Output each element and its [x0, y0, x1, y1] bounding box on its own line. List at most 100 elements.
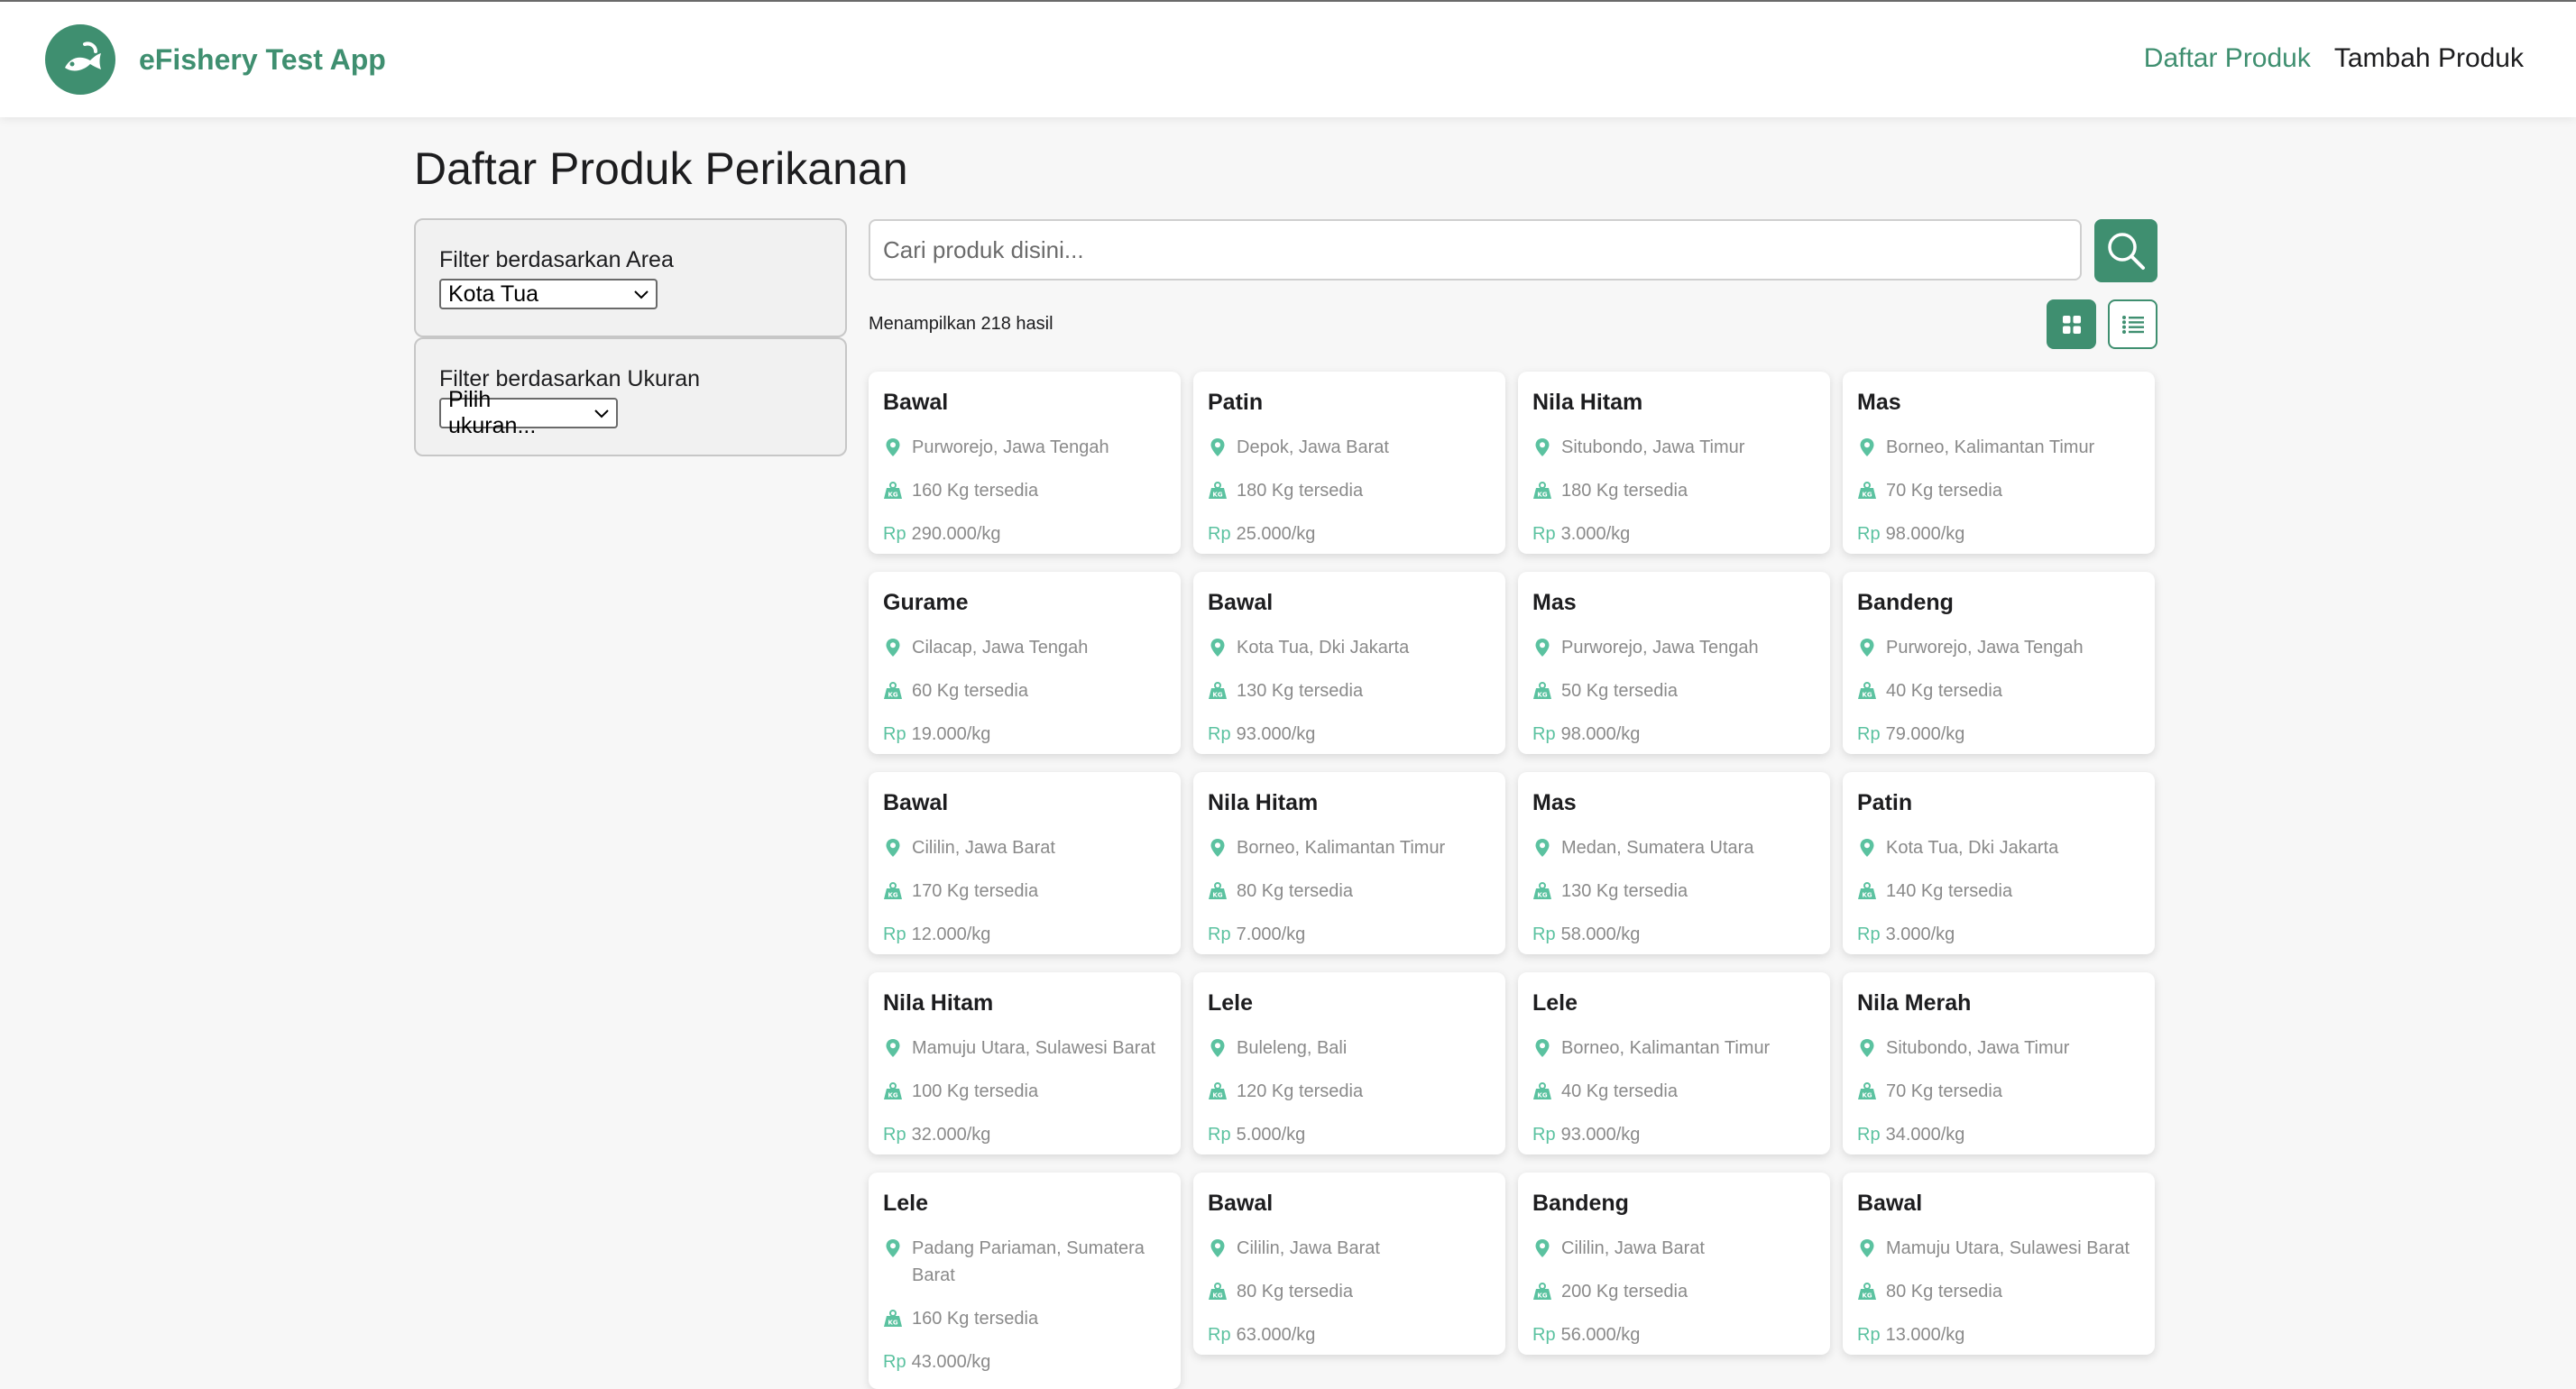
- weight-icon: KG: [1208, 1078, 1228, 1105]
- product-stock-row: KG 80 Kg tersedia: [1208, 1278, 1491, 1305]
- product-card[interactable]: Lele Buleleng, Bali KG 120 Kg tersedia R…: [1193, 972, 1505, 1154]
- product-location: Cilacap, Jawa Tengah: [912, 638, 1089, 658]
- product-name: Patin: [1857, 790, 1913, 815]
- product-card[interactable]: Nila Merah Situbondo, Jawa Timur KG 70 K…: [1843, 972, 2155, 1154]
- product-location: Padang Pariaman, Sumatera Barat: [912, 1238, 1145, 1285]
- product-name: Lele: [1208, 990, 1254, 1016]
- product-location: Cililin, Jawa Barat: [1561, 1238, 1705, 1258]
- product-location-row: Borneo, Kalimantan Timur: [1532, 1035, 1816, 1062]
- weight-icon: KG: [1532, 1078, 1552, 1105]
- product-card[interactable]: Nila Hitam Borneo, Kalimantan Timur KG 8…: [1193, 772, 1505, 954]
- product-price: 12.000/kg: [911, 924, 991, 944]
- product-price: 290.000/kg: [911, 524, 1001, 544]
- brand[interactable]: eFishery Test App: [45, 24, 386, 95]
- filter-area-select[interactable]: Kota Tua: [439, 279, 658, 309]
- product-grid: Bawal Purworejo, Jawa Tengah KG 160 Kg t…: [869, 372, 2158, 1389]
- product-stock: 100 Kg tersedia: [912, 1081, 1039, 1101]
- product-stock-row: KG 160 Kg tersedia: [883, 1305, 1166, 1332]
- product-price-row: Rp 290.000/kg: [883, 520, 1166, 547]
- product-card[interactable]: Bawal Kota Tua, Dki Jakarta KG 130 Kg te…: [1193, 572, 1505, 754]
- nav-link-daftar-produk[interactable]: Daftar Produk: [2144, 43, 2311, 74]
- product-location-row: Borneo, Kalimantan Timur: [1208, 834, 1491, 861]
- product-card[interactable]: Patin Kota Tua, Dki Jakarta KG 140 Kg te…: [1843, 772, 2155, 954]
- search-input[interactable]: [869, 219, 2082, 281]
- product-stock: 80 Kg tersedia: [1237, 1282, 1353, 1302]
- product-name: Mas: [1532, 590, 1577, 615]
- product-price-row: Rp 5.000/kg: [1208, 1121, 1491, 1148]
- product-stock: 70 Kg tersedia: [1886, 1081, 2002, 1101]
- product-name: Gurame: [883, 590, 969, 615]
- product-card[interactable]: Nila Hitam Mamuju Utara, Sulawesi Barat …: [869, 972, 1181, 1154]
- product-location: Borneo, Kalimantan Timur: [1886, 437, 2095, 457]
- product-name: Mas: [1857, 390, 1901, 415]
- product-card[interactable]: Gurame Cilacap, Jawa Tengah KG 60 Kg ter…: [869, 572, 1181, 754]
- product-stock-row: KG 70 Kg tersedia: [1857, 1078, 2140, 1105]
- product-location: Situbondo, Jawa Timur: [1886, 1038, 2070, 1058]
- location-pin-icon: [883, 634, 903, 661]
- product-card[interactable]: Bawal Cililin, Jawa Barat KG 80 Kg terse…: [1193, 1173, 1505, 1355]
- svg-text:KG: KG: [888, 892, 897, 899]
- product-card[interactable]: Bawal Purworejo, Jawa Tengah KG 160 Kg t…: [869, 372, 1181, 554]
- product-card[interactable]: Bandeng Cililin, Jawa Barat KG 200 Kg te…: [1518, 1173, 1830, 1355]
- product-price: 5.000/kg: [1236, 1125, 1306, 1145]
- product-card[interactable]: Lele Padang Pariaman, Sumatera Barat KG …: [869, 1173, 1181, 1389]
- product-stock: 130 Kg tersedia: [1561, 881, 1688, 901]
- product-location: Cililin, Jawa Barat: [912, 838, 1055, 858]
- product-price: 43.000/kg: [911, 1352, 991, 1372]
- product-location-row: Cilacap, Jawa Tengah: [883, 634, 1166, 661]
- location-pin-icon: [1532, 834, 1552, 861]
- grid-view-button[interactable]: [2047, 299, 2096, 349]
- currency-label: Rp: [1208, 1125, 1231, 1145]
- nav-link-tambah-produk[interactable]: Tambah Produk: [2334, 43, 2524, 74]
- product-location-row: Purworejo, Jawa Tengah: [883, 434, 1166, 461]
- product-card[interactable]: Bandeng Purworejo, Jawa Tengah KG 40 Kg …: [1843, 572, 2155, 754]
- weight-icon: KG: [1857, 677, 1877, 704]
- product-card[interactable]: Lele Borneo, Kalimantan Timur KG 40 Kg t…: [1518, 972, 1830, 1154]
- currency-label: Rp: [1532, 1125, 1556, 1145]
- filter-size-select[interactable]: Pilih ukuran...: [439, 387, 618, 438]
- product-card[interactable]: Bawal Cililin, Jawa Barat KG 170 Kg ters…: [869, 772, 1181, 954]
- product-location-row: Buleleng, Bali: [1208, 1035, 1491, 1062]
- location-pin-icon: [1208, 1035, 1228, 1062]
- product-card[interactable]: Patin Depok, Jawa Barat KG 180 Kg tersed…: [1193, 372, 1505, 554]
- svg-text:KG: KG: [1862, 1292, 1872, 1300]
- product-name: Nila Hitam: [1208, 790, 1319, 815]
- svg-text:KG: KG: [1212, 892, 1222, 899]
- list-view-button[interactable]: [2108, 299, 2157, 349]
- product-stock-row: KG 200 Kg tersedia: [1532, 1278, 1816, 1305]
- product-stock: 120 Kg tersedia: [1237, 1081, 1364, 1101]
- product-stock: 160 Kg tersedia: [912, 481, 1039, 501]
- location-pin-icon: [1208, 834, 1228, 861]
- product-stock: 170 Kg tersedia: [912, 881, 1039, 901]
- product-location-row: Cililin, Jawa Barat: [1532, 1235, 1816, 1262]
- product-card[interactable]: Mas Purworejo, Jawa Tengah KG 50 Kg ters…: [1518, 572, 1830, 754]
- currency-label: Rp: [1208, 524, 1231, 544]
- product-price-row: Rp 3.000/kg: [1857, 921, 2140, 948]
- location-pin-icon: [883, 1035, 903, 1062]
- svg-text:KG: KG: [888, 492, 897, 499]
- product-card[interactable]: Bawal Mamuju Utara, Sulawesi Barat KG 80…: [1843, 1173, 2155, 1355]
- currency-label: Rp: [883, 724, 906, 744]
- product-location: Kota Tua, Dki Jakarta: [1237, 638, 1410, 658]
- product-location: Cililin, Jawa Barat: [1237, 1238, 1380, 1258]
- product-price: 63.000/kg: [1236, 1325, 1316, 1345]
- svg-text:KG: KG: [1537, 492, 1547, 499]
- product-price: 58.000/kg: [1560, 924, 1641, 944]
- product-card[interactable]: Mas Medan, Sumatera Utara KG 130 Kg ters…: [1518, 772, 1830, 954]
- location-pin-icon: [1208, 434, 1228, 461]
- currency-label: Rp: [1857, 924, 1881, 944]
- product-price-row: Rp 19.000/kg: [883, 721, 1166, 748]
- currency-label: Rp: [1857, 1125, 1881, 1145]
- svg-text:KG: KG: [1862, 1092, 1872, 1099]
- svg-text:KG: KG: [1862, 692, 1872, 699]
- product-card[interactable]: Nila Hitam Situbondo, Jawa Timur KG 180 …: [1518, 372, 1830, 554]
- product-card[interactable]: Mas Borneo, Kalimantan Timur KG 70 Kg te…: [1843, 372, 2155, 554]
- location-pin-icon: [1208, 1235, 1228, 1262]
- location-pin-icon: [1208, 634, 1228, 661]
- search-button[interactable]: [2094, 219, 2157, 282]
- product-price-row: Rp 32.000/kg: [883, 1121, 1166, 1148]
- page-title: Daftar Produk Perikanan: [414, 143, 908, 194]
- chevron-down-icon: [634, 285, 649, 304]
- product-location-row: Situbondo, Jawa Timur: [1532, 434, 1816, 461]
- weight-icon: KG: [883, 477, 903, 504]
